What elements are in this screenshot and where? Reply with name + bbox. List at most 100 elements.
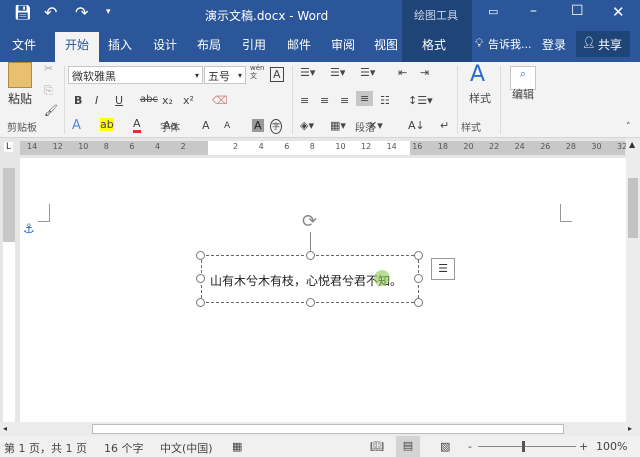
tab-stop-selector[interactable]: L [4,142,14,152]
paste-icon[interactable] [8,62,32,88]
share-label: 共享 [598,38,623,52]
align-left-icon[interactable]: ≡ [300,94,309,107]
clear-format-icon[interactable]: ⌫ [212,94,228,107]
tab-design[interactable]: 设计 [153,36,177,53]
scroll-thumb[interactable] [628,178,638,238]
increase-indent-icon[interactable]: ⇥ [420,66,429,79]
resize-handle[interactable] [306,298,315,307]
superscript-button[interactable]: x² [183,94,194,107]
zoom-slider-thumb[interactable] [522,441,525,452]
zoom-in-button[interactable]: + [579,440,588,453]
distributed-icon[interactable]: ☷ [380,94,390,107]
print-layout-icon[interactable]: ▤ [396,436,420,457]
group-paragraph: 段落 [355,123,375,134]
enclose-char-icon[interactable]: 字 [270,119,282,134]
copy-icon[interactable]: ⎘ [44,84,53,98]
underline-button[interactable]: U [115,94,123,107]
maximize-button[interactable]: ☐ [571,3,584,19]
grow-font-button[interactable]: A [202,119,210,132]
tab-home[interactable]: 开始 [55,32,100,63]
highlight-icon[interactable]: ab [100,118,114,131]
resize-handle[interactable] [306,251,315,260]
ribbon-display-icon[interactable]: ▭ [488,5,498,18]
bold-button[interactable]: B [74,94,82,107]
resize-handle[interactable] [196,274,205,283]
minimize-button[interactable]: – [530,3,537,19]
borders-icon[interactable]: ▦▾ [330,119,346,132]
show-marks-icon[interactable]: ↵ [440,119,449,132]
editing-button[interactable]: 编辑 [512,86,534,102]
sort-icon[interactable]: A↓ [408,119,425,132]
shading-icon[interactable]: ◈▾ [300,119,314,132]
zoom-slider[interactable] [478,446,576,447]
decrease-indent-icon[interactable]: ⇤ [398,66,407,79]
resize-handle[interactable] [196,298,205,307]
subscript-button[interactable]: x₂ [162,94,173,107]
horizontal-scrollbar[interactable]: ◂ ▸ [0,422,640,436]
read-mode-icon[interactable]: 📖︎ [370,440,384,453]
text-effects-icon[interactable]: A [72,118,81,133]
language[interactable]: 中文(中国) [160,440,213,456]
undo-icon[interactable]: ↶ [44,3,57,22]
tab-insert[interactable]: 插入 [108,36,132,53]
tab-review[interactable]: 审阅 [331,36,355,53]
tab-references[interactable]: 引用 [242,36,266,53]
resize-handle[interactable] [196,251,205,260]
center-icon[interactable]: ≡ [320,94,329,107]
resize-handle[interactable] [414,298,423,307]
tab-view[interactable]: 视图 [374,36,398,53]
align-right-icon[interactable]: ≡ [340,94,349,107]
tab-layout[interactable]: 布局 [197,36,221,53]
tab-format[interactable]: 格式 [422,36,446,53]
page-count[interactable]: 第 1 页，共 1 页 [4,440,87,456]
rotate-handle-icon[interactable]: ⟳ [302,211,317,232]
tell-me-input[interactable]: 告诉我... [488,36,532,52]
redo-icon[interactable]: ↷ [75,3,88,22]
font-color-icon[interactable]: A [133,117,141,133]
font-size-select[interactable]: 五号 ▾ [204,66,246,84]
vertical-ruler[interactable] [0,158,20,422]
collapse-ribbon-icon[interactable]: ˄ [626,122,631,132]
shrink-font-button[interactable]: A [224,121,230,131]
web-layout-icon[interactable]: ▧ [440,440,450,453]
text-box[interactable]: 山有木兮木有枝，心悦君兮君不知。 [201,255,419,303]
close-button[interactable]: ✕ [612,3,625,21]
text-box-content[interactable]: 山有木兮木有枝，心悦君兮君不知。 [210,272,402,289]
numbering-icon[interactable]: ☰▾ [330,66,345,79]
char-border-icon[interactable]: A [270,67,284,82]
multilevel-list-icon[interactable]: ☰▾ [360,66,375,79]
styles-icon[interactable]: A [470,62,485,87]
ruler-number: 2 [233,142,239,151]
macro-icon[interactable]: ▦ [232,440,242,453]
customize-qat-icon[interactable]: ▾ [106,7,111,17]
justify-icon[interactable]: ≡ [356,91,374,106]
bullets-icon[interactable]: ☰▾ [300,66,315,79]
ruler-number: 30 [591,142,602,151]
zoom-level[interactable]: 100% [596,440,627,453]
horizontal-ruler[interactable]: L 14 12 10 8 6 4 2 2 4 6 8 10 12 14 16 18 20 22 24 26 28 30 32 [0,138,640,158]
save-icon[interactable]: 💾︎ [14,5,32,21]
scroll-thumb[interactable] [92,424,564,434]
resize-handle[interactable] [414,251,423,260]
line-spacing-icon[interactable]: ↕☰▾ [408,94,433,107]
share-button[interactable]: 👤︎ 共享 [576,31,630,57]
font-name-select[interactable]: 微软雅黑 ▾ [68,66,203,84]
resize-handle[interactable] [414,274,423,283]
cut-icon[interactable]: ✂ [44,62,53,75]
zoom-out-button[interactable]: - [468,440,472,453]
strikethrough-button[interactable]: abc [140,94,158,105]
vertical-scrollbar[interactable]: ▲ [626,138,640,422]
document-page[interactable]: ⚓︎ ⟳ 山有木兮木有枝，心悦君兮君不知。 ☰ [20,158,626,422]
sign-in-link[interactable]: 登录 [542,36,566,53]
tab-mailings[interactable]: 邮件 [287,36,311,53]
tab-file[interactable]: 文件 [12,36,36,53]
word-count[interactable]: 16 个字 [104,440,144,456]
char-shading-icon[interactable]: A [252,119,264,132]
ruler-number: 12 [52,142,63,151]
layout-options-icon[interactable]: ☰ [431,258,455,280]
format-painter-icon[interactable]: 🖌︎ [44,104,58,117]
styles-button[interactable]: 样式 [469,90,491,106]
paste-button[interactable]: 粘贴 [8,90,32,107]
phonetic-guide-icon[interactable]: wén 文 [250,64,264,80]
italic-button[interactable]: I [95,94,98,107]
